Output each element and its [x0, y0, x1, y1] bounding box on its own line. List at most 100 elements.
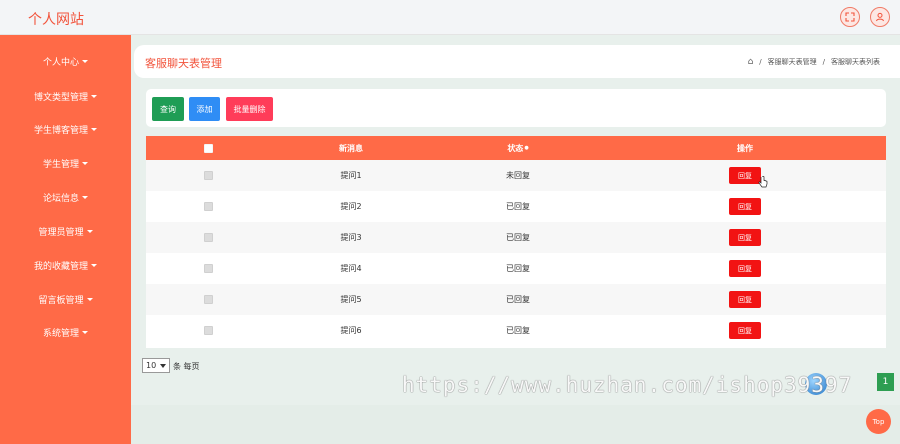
sidebar-item-label: 学生博客管理: [33, 125, 88, 136]
fullscreen-icon[interactable]: [840, 7, 860, 27]
select-all-checkbox[interactable]: [203, 143, 213, 153]
status-cell: 已回复: [506, 295, 530, 304]
status-cell: 已回复: [506, 233, 530, 242]
caret-down-icon: [82, 59, 88, 63]
caret-down-icon: [82, 330, 88, 334]
page-title: 客服聊天表管理: [145, 57, 222, 70]
caret-down-icon: [82, 161, 88, 165]
add-button[interactable]: 添加: [189, 97, 220, 121]
action-cell: 回复: [604, 253, 886, 284]
select-cell: [146, 253, 270, 284]
user-glyph: [876, 12, 884, 22]
breadcrumb: ⌂ / 客服聊天表管理 / 客服聊天表列表: [748, 57, 880, 67]
sidebar-item-label: 系统管理: [42, 328, 79, 339]
status-cell: 未回复: [506, 171, 530, 180]
watermark-text: https://www.huzhan.com/ishop39397: [402, 373, 853, 397]
header-message: 新消息: [339, 143, 363, 153]
table-row: 提问4 已回复 回复: [146, 253, 886, 284]
message-cell: 提问1: [340, 171, 362, 180]
sidebar-item-message-board[interactable]: 留言板管理: [0, 288, 131, 310]
breadcrumb-separator: /: [759, 58, 762, 66]
sidebar-item-students[interactable]: 学生管理: [0, 152, 131, 174]
sidebar-item-personal-center[interactable]: 个人中心: [0, 50, 131, 72]
select-cell: [146, 315, 270, 346]
fullscreen-glyph: [845, 12, 855, 22]
sidebar-item-blog-type[interactable]: 博文类型管理: [0, 85, 131, 107]
table-row: 提问6 已回复 回复: [146, 315, 886, 346]
user-icon[interactable]: [870, 7, 890, 27]
reply-button[interactable]: 回复: [729, 229, 761, 246]
table-header: 新消息 状态 ● 操作: [146, 136, 886, 160]
row-checkbox[interactable]: [203, 233, 213, 242]
table-row: 提问1 未回复 回复: [146, 160, 886, 191]
message-cell: 提问5: [340, 295, 362, 304]
table-row: 提问3 已回复 回复: [146, 222, 886, 253]
caret-down-icon: [86, 297, 93, 301]
action-cell: 回复: [604, 160, 886, 191]
title-card: 客服聊天表管理 ⌂ / 客服聊天表管理 / 客服聊天表列表: [134, 45, 900, 78]
caret-down-icon: [91, 263, 97, 267]
back-to-top-button[interactable]: Top: [866, 409, 891, 434]
page-button-current[interactable]: 1: [877, 373, 894, 391]
sidebar: 个人中心 博文类型管理 学生博客管理 学生管理 论坛信息 管理员管理 我的收藏管…: [0, 35, 131, 444]
sidebar-item-label: 我的收藏管理: [33, 261, 88, 272]
table-row: 提问5 已回复 回复: [146, 284, 886, 315]
header-status-label: 状态: [507, 143, 524, 153]
reply-button[interactable]: 回复: [729, 260, 761, 277]
breadcrumb-item: 客服聊天表列表: [831, 58, 880, 66]
action-cell: 回复: [604, 284, 886, 315]
message-cell: 提问3: [340, 233, 362, 242]
home-icon[interactable]: ⌂: [748, 57, 754, 67]
row-checkbox[interactable]: [203, 202, 213, 211]
row-checkbox[interactable]: [203, 326, 213, 335]
message-cell: 提问2: [340, 202, 362, 211]
header-select-cell: [146, 136, 270, 160]
site-title[interactable]: 个人网站: [28, 9, 84, 29]
sidebar-item-label: 个人中心: [42, 57, 79, 68]
chat-table: 新消息 状态 ● 操作 提问1 未回复 回复 提问2 已回复 回复 提问3 已回复…: [146, 136, 886, 348]
sidebar-item-label: 博文类型管理: [33, 92, 88, 103]
sidebar-item-forum[interactable]: 论坛信息: [0, 186, 131, 208]
caret-down-icon: [91, 127, 97, 131]
hand-cursor-icon: [758, 176, 768, 188]
header-status[interactable]: 状态 ●: [432, 136, 604, 160]
reply-button[interactable]: 回复: [729, 198, 761, 215]
page-size-select[interactable]: 10: [142, 358, 170, 373]
action-cell: 回复: [604, 222, 886, 253]
row-checkbox[interactable]: [203, 264, 213, 273]
sidebar-item-favorites[interactable]: 我的收藏管理: [0, 254, 131, 276]
message-cell: 提问6: [340, 326, 362, 335]
sort-icon: ●: [524, 145, 529, 151]
batch-delete-button[interactable]: 批量删除: [226, 97, 273, 121]
bottom-strip: [131, 405, 900, 444]
query-button[interactable]: 查询: [152, 97, 184, 121]
select-cell: [146, 191, 270, 222]
sidebar-item-system[interactable]: 系统管理: [0, 321, 131, 343]
status-cell: 已回复: [506, 202, 530, 211]
action-cell: 回复: [604, 191, 886, 222]
sidebar-item-admins[interactable]: 管理员管理: [0, 220, 131, 242]
select-cell: [146, 222, 270, 253]
message-cell: 提问4: [340, 264, 362, 273]
per-page-label: 条 每页: [173, 362, 200, 371]
breadcrumb-item[interactable]: 客服聊天表管理: [768, 57, 817, 67]
action-cell: 回复: [604, 315, 886, 346]
sidebar-item-label: 论坛信息: [42, 193, 79, 204]
caret-down-icon: [91, 94, 97, 98]
row-checkbox[interactable]: [203, 171, 213, 180]
reply-button[interactable]: 回复: [729, 167, 761, 184]
sidebar-item-label: 留言板管理: [38, 295, 84, 306]
top-header: 个人网站: [0, 0, 900, 35]
table-row: 提问2 已回复 回复: [146, 191, 886, 222]
caret-down-icon: [86, 229, 93, 233]
reply-button[interactable]: 回复: [729, 291, 761, 308]
sidebar-item-student-blog[interactable]: 学生博客管理: [0, 118, 131, 140]
row-checkbox[interactable]: [203, 295, 213, 304]
reply-button[interactable]: 回复: [729, 322, 761, 339]
breadcrumb-separator: /: [822, 58, 825, 66]
page-size-value: 10: [146, 361, 157, 370]
sidebar-item-label: 学生管理: [42, 159, 79, 170]
select-cell: [146, 160, 270, 191]
header-action: 操作: [737, 143, 753, 153]
status-cell: 已回复: [506, 326, 530, 335]
